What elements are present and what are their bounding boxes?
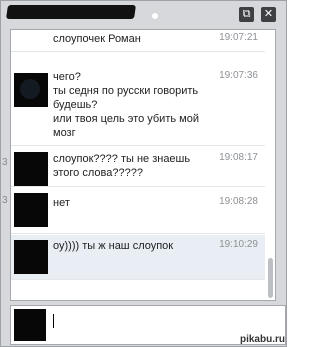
message-time: 19:07:36 xyxy=(219,70,258,81)
redacted-contact-name xyxy=(6,5,136,19)
background-strip: 3 3 xyxy=(1,29,10,301)
message-item: чего? ты седня по русски говорить будешь… xyxy=(11,66,265,146)
background-text: 3 xyxy=(2,195,8,206)
message-time: 19:10:29 xyxy=(219,239,258,250)
avatar xyxy=(14,309,46,341)
title-bar[interactable]: ⧉ ✕ xyxy=(1,1,286,29)
message-item: нет 19:08:28 xyxy=(11,188,265,234)
online-status-dot xyxy=(152,13,158,19)
message-time: 19:07:21 xyxy=(219,32,258,43)
message-time: 19:08:28 xyxy=(219,196,258,207)
chat-window: ⧉ ✕ 3 3 слоупочек Роман 19:07:21 чего? т… xyxy=(0,0,287,347)
close-button[interactable]: ✕ xyxy=(261,7,276,22)
message-text: чего? ты седня по русски говорить будешь… xyxy=(53,71,199,139)
scrollbar[interactable] xyxy=(266,30,275,300)
message-text: слоупочек Роман xyxy=(53,33,141,45)
message-item: слоупочек Роман 19:07:21 xyxy=(11,30,265,52)
background-text: 3 xyxy=(2,157,8,168)
message-time: 19:08:17 xyxy=(219,152,258,163)
message-text: нет xyxy=(53,197,70,209)
avatar[interactable] xyxy=(14,193,48,227)
popout-button[interactable]: ⧉ xyxy=(239,7,254,22)
message-history[interactable]: слоупочек Роман 19:07:21 чего? ты седня … xyxy=(10,29,276,301)
message-item: слоупок???? ты не знаешь этого слова????… xyxy=(11,147,265,187)
avatar[interactable] xyxy=(14,240,48,274)
text-cursor xyxy=(53,314,54,328)
message-item: оу)))) ты ж наш слоупок 19:10:29 xyxy=(11,235,265,280)
watermark: pikabu.ru xyxy=(239,334,285,345)
scroll-thumb[interactable] xyxy=(268,258,273,298)
message-text: слоупок???? ты не знаешь этого слова????… xyxy=(53,153,191,179)
message-text: оу)))) ты ж наш слоупок xyxy=(53,240,174,252)
avatar[interactable] xyxy=(14,73,48,107)
avatar[interactable] xyxy=(14,152,48,186)
